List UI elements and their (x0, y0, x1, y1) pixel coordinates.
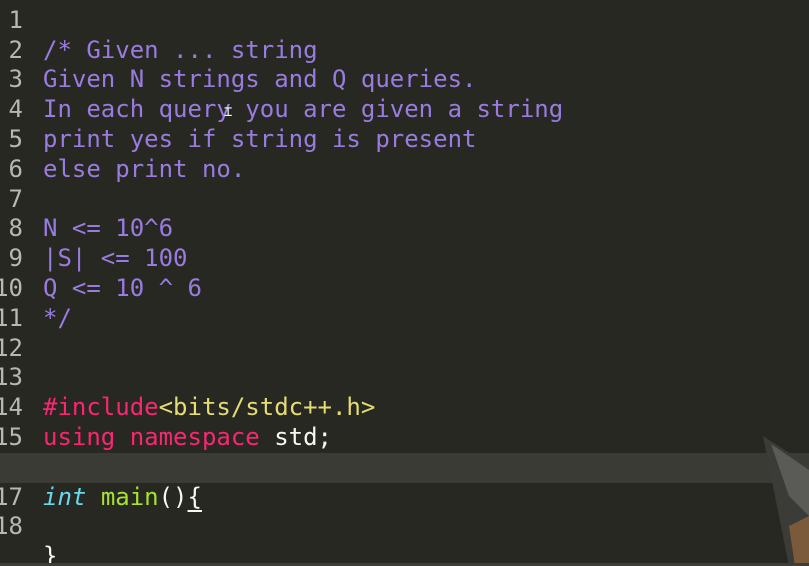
code-line-2[interactable]: 2 Given N strings and Q queries. (0, 6, 809, 94)
mouse-cursor-icon: ⌶ (224, 104, 233, 120)
code-line-17-active[interactable]: 17 (0, 452, 809, 511)
code-line-18[interactable]: 18 } (0, 483, 809, 566)
line-number: 18 (0, 512, 23, 541)
code-line-6[interactable]: 6 (0, 125, 809, 183)
code-line-16[interactable]: 16 int main(){ (0, 423, 809, 511)
code-line-8[interactable]: 8 |S| <= 100 (0, 185, 809, 272)
pen-tip-icon (763, 436, 809, 566)
editor-lines: 1 /* Given ... string 2 Given N strings … (0, 0, 809, 566)
code-editor[interactable]: 1 /* Given ... string 2 Given N strings … (0, 0, 809, 566)
code-line-3[interactable]: 3 In each query you are given a string (0, 36, 809, 123)
code-line-15[interactable]: 15 (0, 393, 809, 451)
code-line-13[interactable]: 13 #include<bits/stdc++.h> (0, 334, 809, 421)
code-line-12[interactable]: 12 (0, 304, 809, 362)
code-line-14[interactable]: 14 using namespace std; (0, 363, 809, 451)
code-line-9[interactable]: 9 Q <= 10 ^ 6 (0, 214, 809, 302)
code-line-7[interactable]: 7 N <= 10^6 (0, 155, 809, 243)
code-line-10[interactable]: 10 */ (0, 244, 809, 332)
code-line-5[interactable]: 5 else print no. (0, 95, 809, 183)
code-line-4[interactable]: 4 print yes if string is present (0, 65, 809, 153)
code-line-11[interactable]: 11 (0, 274, 809, 332)
